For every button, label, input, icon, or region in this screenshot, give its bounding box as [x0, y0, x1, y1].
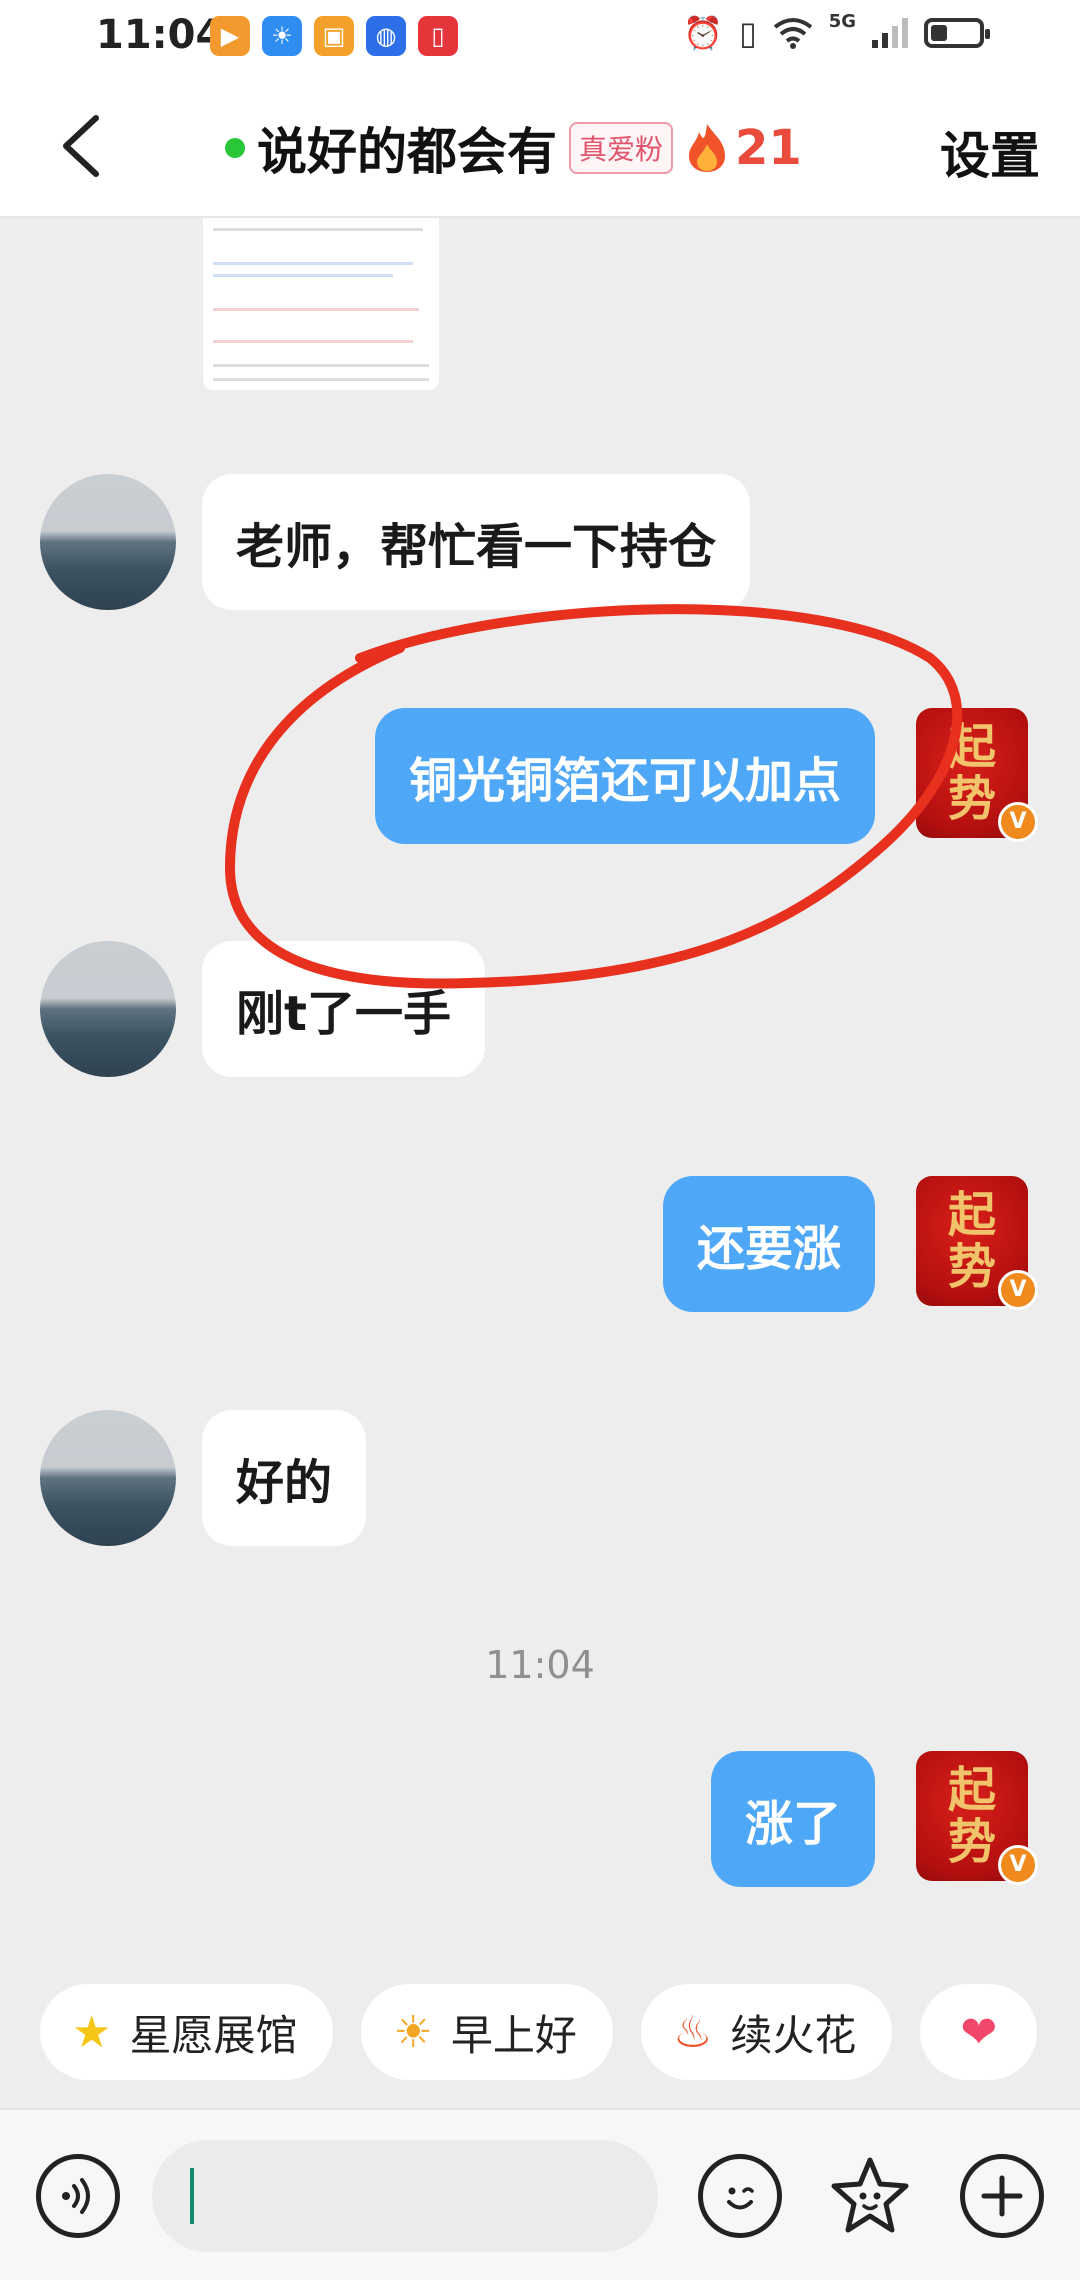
star-icon: ★: [72, 2006, 112, 2058]
message-bubble-incoming[interactable]: 好的: [202, 1410, 367, 1546]
sun-face-icon: ☀: [393, 2006, 433, 2058]
more-button[interactable]: [960, 2154, 1044, 2238]
contact-avatar[interactable]: [40, 474, 176, 610]
status-bar: 11:04 ▶ ☀ ▣ ◍ ▯ ⏰ ▯ 5G: [0, 0, 1080, 76]
plus-icon: [981, 2175, 1023, 2217]
verified-badge: V: [998, 802, 1038, 842]
fire-icon: ♨: [672, 2006, 713, 2058]
quick-reply-chip[interactable]: ❤: [920, 1984, 1038, 2080]
weather-app-icon: ☀: [262, 16, 302, 56]
red-app-icon: ▯: [418, 16, 458, 56]
back-button[interactable]: [40, 106, 120, 186]
fire-icon: [689, 124, 726, 172]
chat-title-group[interactable]: 说好的都会有 真爱粉 21: [225, 112, 802, 184]
avatar-char-bottom: 势: [947, 1239, 996, 1295]
fan-level-badge[interactable]: 真爱粉: [569, 122, 674, 174]
avatar-char-top: 起: [947, 719, 996, 775]
quick-reply-chip[interactable]: ☀ 早上好: [361, 1984, 613, 2080]
video-app-icon: ▶: [210, 16, 250, 56]
bulb-app-icon: ◍: [366, 16, 406, 56]
avatar-char-bottom: 势: [947, 1814, 996, 1870]
my-avatar[interactable]: 起 势 V: [916, 1176, 1038, 1310]
wifi-icon: [773, 18, 812, 49]
my-avatar[interactable]: 起 势 V: [916, 1751, 1038, 1885]
streak-count: 21: [735, 120, 802, 176]
chat-header: 说好的都会有 真爱粉 21 设置: [0, 76, 1080, 218]
chip-label: 早上好: [450, 2010, 577, 2060]
my-avatar[interactable]: 起 势 V: [916, 708, 1038, 842]
quick-reply-bar: ★ 星愿展馆 ☀ 早上好 ♨ 续火花 ❤: [40, 1984, 1038, 2080]
battery-level: [931, 25, 947, 41]
shared-image-message[interactable]: [203, 218, 439, 390]
emoji-button[interactable]: [698, 2154, 782, 2238]
wallet-app-icon: ▣: [314, 16, 354, 56]
verified-badge: V: [998, 1845, 1038, 1885]
settings-button[interactable]: 设置: [940, 116, 1040, 188]
star-face-icon: [831, 2157, 909, 2233]
contact-avatar[interactable]: [40, 941, 176, 1077]
alarm-icon: ⏰: [683, 14, 724, 52]
quick-reply-chip[interactable]: ♨ 续火花: [640, 1984, 893, 2080]
streak-indicator[interactable]: 21: [685, 120, 802, 176]
heart-icon: ❤: [960, 2006, 998, 2058]
contact-avatar[interactable]: [40, 1410, 176, 1546]
quick-reply-chip[interactable]: ★ 星愿展馆: [40, 1984, 334, 2080]
sticker-button[interactable]: [828, 2154, 912, 2238]
battery-icon: [924, 18, 990, 48]
message-input[interactable]: [152, 2140, 658, 2252]
vibrate-icon: ▯: [739, 14, 757, 52]
chip-label: 续火花: [730, 2010, 857, 2060]
message-bubble-incoming[interactable]: 刚t了一手: [202, 941, 485, 1077]
avatar-char-top: 起: [947, 1187, 996, 1243]
smiley-icon: [727, 2187, 754, 2210]
avatar-char-top: 起: [947, 1762, 996, 1818]
chip-label: 星愿展馆: [129, 2010, 298, 2060]
message-bubble-outgoing[interactable]: 还要涨: [662, 1176, 875, 1312]
network-type: 5G: [828, 10, 856, 32]
message-list[interactable]: 老师，帮忙看一下持仓 铜光铜箔还可以加点 起 势 V 刚t了一手 还要涨 起 势…: [0, 218, 1080, 1988]
message-timestamp: 11:04: [485, 1643, 595, 1687]
verified-badge: V: [998, 1270, 1038, 1310]
message-bubble-incoming[interactable]: 老师，帮忙看一下持仓: [202, 474, 751, 610]
chat-title: 说好的都会有: [257, 123, 557, 181]
online-status-dot: [225, 138, 245, 158]
message-bubble-outgoing[interactable]: 铜光铜箔还可以加点: [374, 708, 875, 844]
voice-icon: [62, 2178, 90, 2214]
text-caret: [190, 2168, 194, 2224]
message-bubble-outgoing[interactable]: 涨了: [710, 1751, 875, 1887]
avatar-char-bottom: 势: [947, 771, 996, 827]
chevron-left-icon: [63, 115, 99, 177]
status-time: 11:04: [96, 12, 224, 58]
signal-icon: [872, 18, 908, 48]
notification-icons: ▶ ☀ ▣ ◍ ▯: [210, 16, 458, 56]
voice-button[interactable]: [36, 2154, 120, 2238]
input-bar: [0, 2108, 1080, 2280]
system-icons: ⏰ ▯ 5G: [683, 10, 990, 52]
